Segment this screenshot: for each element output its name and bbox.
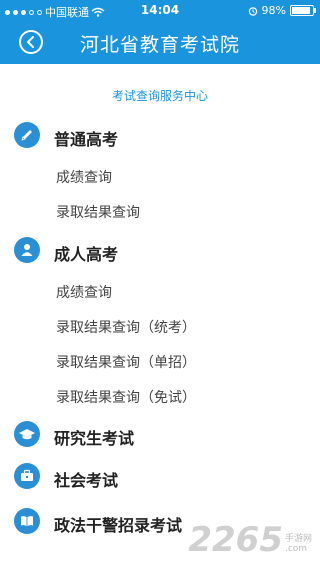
section-title[interactable]: 研究生考试 xyxy=(54,425,134,449)
pencil-icon xyxy=(14,122,40,148)
app-header: 中国联通 14:04 98% 河北省教育考试院 xyxy=(0,0,320,64)
sub-item-gaokao-admission[interactable]: 录取结果查询 xyxy=(56,202,140,222)
watermark-logo: 2265 手游网 .com xyxy=(188,520,312,560)
watermark-domain: .com xyxy=(284,544,308,554)
section-title[interactable]: 政法干警招录考试 xyxy=(54,512,182,536)
section-title[interactable]: 社会考试 xyxy=(54,467,118,491)
watermark-number: 2265 xyxy=(188,520,283,560)
person-icon xyxy=(14,237,40,263)
watermark-cn: 手游网 xyxy=(284,534,312,544)
battery-icon xyxy=(290,5,316,16)
battery-percent: 98% xyxy=(261,4,286,17)
section-title[interactable]: 普通高考 xyxy=(54,126,118,150)
sub-item-adult-admission-exempt[interactable]: 录取结果查询（免试） xyxy=(56,387,196,407)
page-title: 河北省教育考试院 xyxy=(79,34,240,56)
sub-item-adult-admission-unified[interactable]: 录取结果查询（统考） xyxy=(56,317,196,337)
book-icon xyxy=(14,508,40,534)
status-right: 98% xyxy=(248,4,316,17)
service-center-link[interactable]: 考试查询服务中心 xyxy=(0,87,320,104)
status-bar: 中国联通 14:04 98% xyxy=(0,0,320,20)
sub-item-gaokao-score[interactable]: 成绩查询 xyxy=(56,167,112,187)
sub-item-adult-score[interactable]: 成绩查询 xyxy=(56,282,112,302)
alarm-icon xyxy=(248,6,257,16)
graduation-cap-icon xyxy=(14,421,40,447)
section-title[interactable]: 成人高考 xyxy=(54,241,118,265)
sub-item-adult-admission-single[interactable]: 录取结果查询（单招） xyxy=(56,352,196,372)
watermark-text: 手游网 .com xyxy=(285,531,312,554)
briefcase-icon xyxy=(14,463,40,489)
